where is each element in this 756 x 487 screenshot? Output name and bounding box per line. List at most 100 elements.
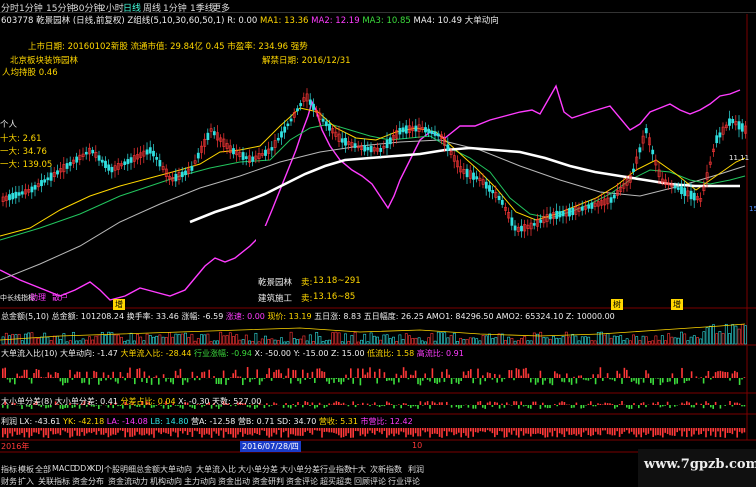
- tab[interactable]: MACD: [52, 464, 76, 473]
- tab[interactable]: 十大: [350, 464, 366, 475]
- tab[interactable]: 资金流动力: [108, 476, 148, 487]
- diff-bar: [362, 402, 364, 405]
- profit-bar: [402, 428, 405, 433]
- flow-bar: [614, 378, 616, 382]
- candle-body: [241, 152, 245, 160]
- tab[interactable]: 回顾评论: [354, 476, 386, 487]
- volume-bar: [46, 336, 50, 345]
- flow-bar: [38, 369, 40, 378]
- tab[interactable]: 大小单分差: [280, 464, 320, 475]
- flow-bar: [64, 378, 66, 383]
- volume-bar: [337, 332, 341, 345]
- candle-body: [638, 147, 642, 153]
- profit-bar: [366, 428, 369, 434]
- period-tab[interactable]: 1分钟: [19, 1, 43, 14]
- flow-bar: [35, 368, 38, 378]
- diff-bar: [318, 402, 321, 405]
- volume-bar: [705, 327, 709, 345]
- tab[interactable]: 行业评论: [388, 476, 420, 487]
- profit-bar: [666, 428, 669, 435]
- tab[interactable]: 总金额: [136, 464, 160, 475]
- flow-bar: [419, 378, 422, 386]
- tab[interactable]: 个股明细: [104, 464, 136, 475]
- tab[interactable]: 关联指标: [38, 476, 70, 487]
- candle-body: [673, 185, 677, 189]
- period-tab[interactable]: 周线: [143, 1, 161, 14]
- indicator-name[interactable]: Z组线(5,10,30,60,50,1): [127, 16, 224, 26]
- profit-bar: [340, 428, 342, 438]
- tab[interactable]: 次新指数: [370, 464, 402, 475]
- volume-bar: [542, 336, 546, 345]
- flow-bar: [162, 374, 165, 378]
- profit-bar: [100, 428, 102, 435]
- tab[interactable]: KDJ: [90, 464, 104, 473]
- volume-bar: [222, 335, 226, 345]
- profit-bar: [520, 428, 522, 432]
- volume-bar: [168, 332, 171, 345]
- diff-bar: [347, 405, 350, 407]
- profit-bar: [693, 428, 695, 435]
- diff-bar: [724, 405, 726, 406]
- volume-bar: [289, 331, 293, 345]
- profit-bar: [587, 428, 590, 436]
- profit-bar: [575, 428, 578, 436]
- period-tab[interactable]: 2小时: [100, 1, 124, 14]
- candle-body: [475, 176, 479, 180]
- profit-bar: [633, 428, 635, 435]
- period-tab[interactable]: 更多: [212, 1, 230, 14]
- tab[interactable]: 扩入: [18, 476, 34, 487]
- profit-bar: [698, 428, 700, 435]
- diff-bar: [575, 402, 578, 405]
- tab[interactable]: 财务: [1, 476, 17, 487]
- period-tab[interactable]: 1季线: [190, 1, 214, 14]
- tab[interactable]: 指标: [1, 464, 17, 475]
- volume-bar: [328, 339, 331, 345]
- tab[interactable]: 机构动向: [150, 476, 182, 487]
- tab[interactable]: 资金分布: [72, 476, 104, 487]
- tab[interactable]: 资金研判: [252, 476, 284, 487]
- tab[interactable]: 模板: [18, 464, 34, 475]
- flow-bar: [129, 367, 131, 378]
- flow-item: 高流比: 0.91: [416, 349, 464, 358]
- period-toolbar: 分时 1分钟 15分钟 30分钟 2小时 日线 周线 1分钟 1季线 更多: [0, 0, 756, 14]
- candle-body: [369, 145, 373, 153]
- flow-bar: [515, 368, 518, 378]
- tab[interactable]: 超买超卖: [320, 476, 352, 487]
- volume-bar: [145, 333, 149, 345]
- period-tab[interactable]: 1分钟: [163, 1, 187, 14]
- tab[interactable]: 主力动向: [184, 476, 216, 487]
- flow-bar: [650, 378, 652, 384]
- tab[interactable]: 大单动向: [160, 464, 192, 475]
- flow-bar: [76, 371, 78, 378]
- volume-bar: [462, 339, 466, 345]
- flow-bar: [4, 367, 6, 378]
- period-tab[interactable]: 15分钟: [46, 1, 75, 14]
- volume-bar: [395, 341, 399, 345]
- diff-bar: [388, 402, 390, 405]
- tab[interactable]: 资金出动: [218, 476, 250, 487]
- candle-body: [33, 185, 37, 190]
- volume-bar: [424, 341, 427, 345]
- vol-item: 涨幅: -6.59: [181, 312, 224, 321]
- candle-body: [676, 187, 680, 190]
- profit-bar: [628, 428, 630, 434]
- profit-bar: [357, 428, 359, 432]
- tab[interactable]: 资金评论: [286, 476, 318, 487]
- period-tab[interactable]: 分时: [1, 1, 19, 14]
- volume-bar: [299, 338, 303, 345]
- tab[interactable]: 大单流入比: [196, 464, 236, 475]
- tab[interactable]: 行业指数: [320, 464, 352, 475]
- diff-bar: [585, 405, 587, 406]
- tab[interactable]: 全部: [35, 464, 51, 475]
- volume-bar: [692, 335, 696, 345]
- diff-bar: [714, 401, 717, 405]
- tab[interactable]: 大小单分差: [238, 464, 278, 475]
- tab[interactable]: 利润: [408, 464, 424, 475]
- period-tab-active[interactable]: 日线: [123, 1, 141, 14]
- flow-bar: [150, 378, 153, 385]
- volume-bar: [507, 336, 511, 345]
- period-tab[interactable]: 30分钟: [73, 1, 102, 14]
- flow-bar: [633, 378, 635, 381]
- volume-bar: [62, 333, 66, 345]
- diff-bar: [582, 405, 585, 408]
